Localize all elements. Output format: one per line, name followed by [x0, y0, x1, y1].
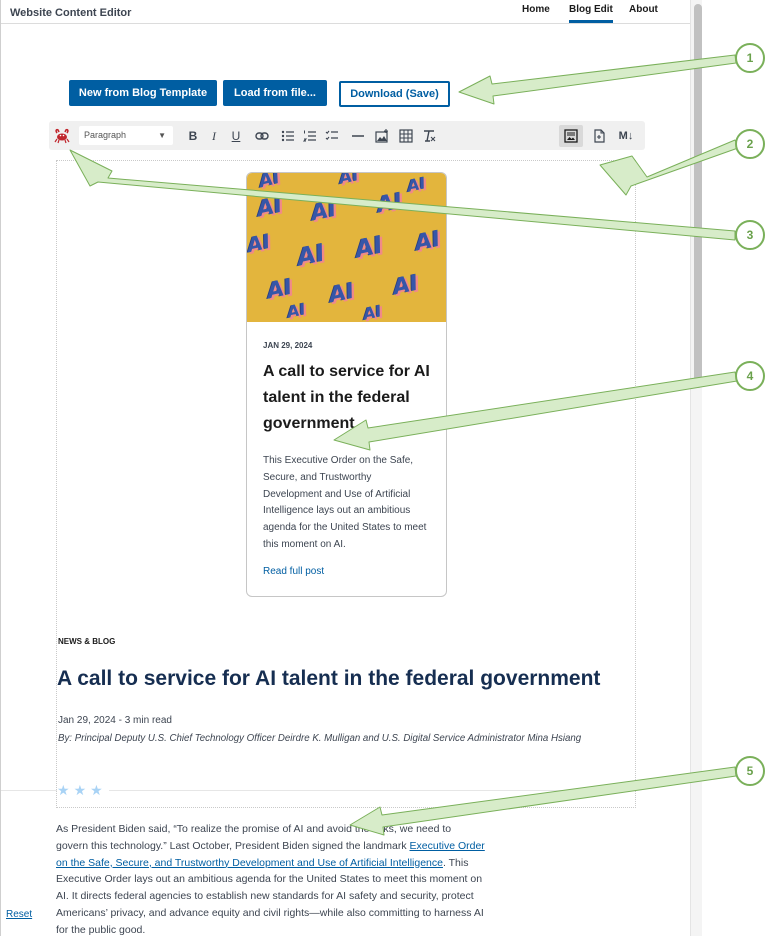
source-view-icon[interactable]: [590, 127, 608, 145]
callout-1: 1: [735, 43, 765, 73]
scrollbar-thumb[interactable]: [694, 4, 702, 388]
crab-logo-icon: [53, 127, 71, 145]
new-from-template-button[interactable]: New from Blog Template: [69, 80, 217, 106]
app-frame: Website Content Editor Home Blog Edit Ab…: [0, 0, 702, 936]
ai-letter-mark: AI: [256, 173, 282, 193]
ai-letter-mark: AI: [352, 230, 386, 264]
callout-3: 3: [735, 220, 765, 250]
ai-letter-mark: AI: [405, 173, 428, 196]
table-icon[interactable]: [397, 127, 415, 145]
nav-home[interactable]: Home: [522, 4, 550, 15]
article-meta: Jan 29, 2024 - 3 min read: [58, 715, 172, 726]
italic-icon[interactable]: I: [205, 127, 223, 145]
reset-link[interactable]: Reset: [6, 909, 32, 920]
card-date: JAN 29, 2024: [263, 341, 313, 350]
load-from-file-button[interactable]: Load from file...: [223, 80, 327, 106]
star-icon: ★: [90, 782, 103, 798]
ai-letter-mark: AI: [337, 173, 361, 189]
caret-down-icon: ▼: [158, 131, 166, 140]
block-type-select[interactable]: Paragraph ▼: [79, 126, 173, 145]
bold-icon[interactable]: B: [184, 127, 202, 145]
article-headline: A call to service for AI talent in the f…: [57, 667, 601, 690]
nav-about[interactable]: About: [629, 4, 658, 15]
block-type-value: Paragraph: [84, 130, 127, 140]
download-save-button[interactable]: Download (Save): [339, 81, 450, 107]
article-body-text: As President Biden said, “To realize the…: [56, 823, 452, 852]
checklist-icon[interactable]: [323, 127, 341, 145]
ai-letter-mark: AI: [374, 188, 405, 219]
blog-card: AI AI AI AI AI AI AI AI AI AI AI AI AI A…: [246, 172, 447, 597]
markdown-icon[interactable]: M↓: [614, 127, 638, 145]
star-icon: ★: [73, 782, 87, 798]
nav-blog-edit[interactable]: Blog Edit: [569, 4, 613, 23]
image-icon[interactable]: [373, 127, 391, 145]
read-full-post-link[interactable]: Read full post: [263, 566, 324, 577]
ai-letter-mark: AI: [294, 238, 328, 272]
ai-letter-mark: AI: [285, 299, 308, 322]
card-title: A call to service for AI talent in the f…: [263, 363, 430, 432]
card-image: AI AI AI AI AI AI AI AI AI AI AI AI AI A…: [247, 173, 446, 322]
ai-letter-mark: AI: [412, 226, 443, 257]
ai-letter-mark: AI: [254, 192, 285, 223]
top-bar: Website Content Editor Home Blog Edit Ab…: [1, 0, 691, 24]
ai-letter-mark: AI: [264, 274, 295, 305]
callout-4: 4: [735, 361, 765, 391]
horizontal-rule-icon[interactable]: [349, 127, 367, 145]
ai-letter-mark: AI: [390, 270, 421, 301]
article-kicker: NEWS & BLOG: [58, 637, 116, 646]
stars-divider: ★ ★ ★: [57, 783, 109, 797]
editor-toolbar: Paragraph ▼ B I U M↓: [49, 121, 645, 150]
ai-letter-mark: AI: [326, 278, 357, 309]
card-summary: This Executive Order on the Safe, Secure…: [263, 455, 427, 550]
bullet-list-icon[interactable]: [279, 127, 297, 145]
article-byline: By: Principal Deputy U.S. Chief Technolo…: [58, 733, 582, 744]
underline-icon[interactable]: U: [227, 127, 245, 145]
ai-letter-mark: AI: [308, 196, 339, 227]
ai-letter-mark: AI: [247, 228, 273, 258]
link-icon[interactable]: [253, 127, 271, 145]
star-icon: ★: [57, 782, 70, 798]
ai-letter-mark: AI: [361, 301, 384, 322]
callout-5: 5: [735, 756, 765, 786]
clear-formatting-icon[interactable]: [420, 127, 438, 145]
app-title: Website Content Editor: [10, 7, 132, 19]
rich-text-view-icon[interactable]: [559, 125, 583, 147]
callout-2: 2: [735, 129, 765, 159]
article-body: As President Biden said, “To realize the…: [56, 821, 486, 936]
numbered-list-icon[interactable]: [301, 127, 319, 145]
